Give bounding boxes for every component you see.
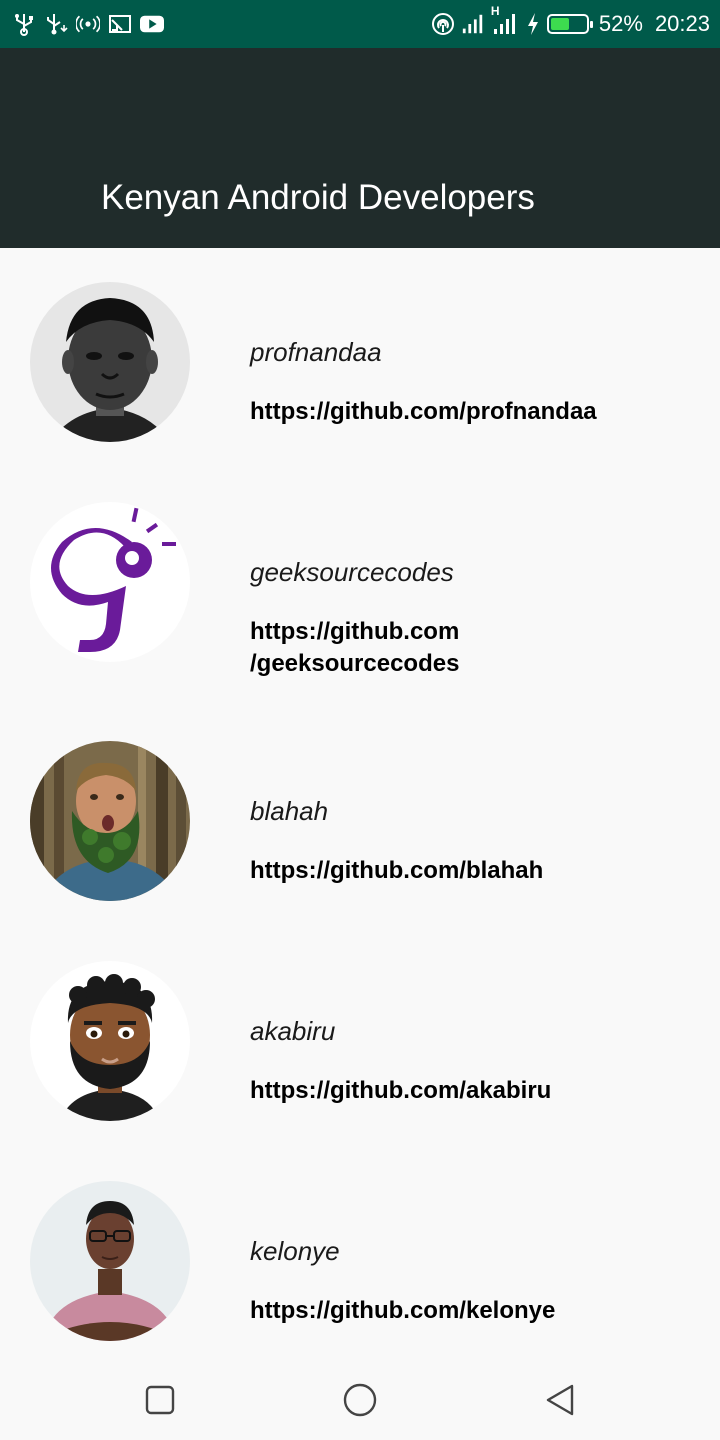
hotspot-icon	[76, 12, 100, 36]
avatar	[30, 961, 190, 1121]
developer-username: akabiru	[250, 1016, 336, 1046]
usb-icon	[12, 12, 36, 36]
avatar	[30, 1181, 190, 1341]
nfc-icon	[431, 12, 455, 36]
developer-github-link[interactable]: https://github.com /geeksourcecodes	[250, 616, 670, 680]
status-system-icons: H 52% 20:23	[431, 4, 710, 38]
list-item[interactable]: kelonye https://github.com/kelonye	[0, 1128, 720, 1348]
network-h-icon: H	[491, 4, 519, 36]
back-button[interactable]	[540, 1380, 580, 1420]
developer-github-link[interactable]: https://github.com/blahah	[250, 855, 670, 887]
avatar	[30, 282, 190, 442]
home-button[interactable]	[340, 1380, 380, 1420]
status-notification-icons	[12, 10, 164, 38]
home-icon	[343, 1383, 377, 1417]
battery-icon	[546, 14, 593, 34]
battery-level-fill	[550, 18, 569, 30]
avatar	[30, 741, 190, 901]
developer-github-link[interactable]: https://github.com/kelonye	[250, 1295, 670, 1327]
navigation-bar	[0, 1360, 720, 1440]
developer-username: profnandaa	[250, 337, 382, 367]
developer-username: geeksourcecodes	[250, 557, 454, 587]
list-item[interactable]: profnandaa https://github.com/profnandaa	[0, 248, 720, 468]
recent-apps-icon	[145, 1385, 175, 1415]
developer-github-link-line1: https://github.com	[250, 618, 460, 645]
list-item[interactable]: akabiru https://github.com/akabiru	[0, 908, 720, 1128]
usb-debug-icon	[44, 12, 68, 36]
developer-username: blahah	[250, 796, 329, 826]
developer-list[interactable]: profnandaa https://github.com/profnandaa…	[0, 248, 720, 1360]
developer-username: kelonye	[250, 1236, 340, 1266]
back-icon	[546, 1384, 574, 1416]
battery-percent: 52%	[598, 11, 643, 36]
recent-apps-button[interactable]	[140, 1380, 180, 1420]
app-bar: Kenyan Android Developers	[0, 48, 720, 248]
cast-icon	[108, 12, 132, 36]
page-title: Kenyan Android Developers	[101, 178, 535, 217]
status-bar: H 52% 20:23	[0, 0, 720, 48]
charging-icon	[525, 12, 541, 36]
clock: 20:23	[654, 11, 710, 36]
list-item[interactable]: blahah https://github.com/blahah	[0, 688, 720, 908]
list-item[interactable]: geeksourcecodes https://github.com /geek…	[0, 468, 720, 688]
youtube-icon	[140, 12, 164, 36]
network-type-label: H	[490, 4, 500, 18]
developer-github-link-line2: /geeksourcecodes	[250, 650, 460, 677]
developer-github-link[interactable]: https://github.com/akabiru	[250, 1075, 670, 1107]
signal-icon	[461, 12, 485, 36]
developer-github-link[interactable]: https://github.com/profnandaa	[250, 396, 670, 428]
avatar	[30, 502, 190, 662]
